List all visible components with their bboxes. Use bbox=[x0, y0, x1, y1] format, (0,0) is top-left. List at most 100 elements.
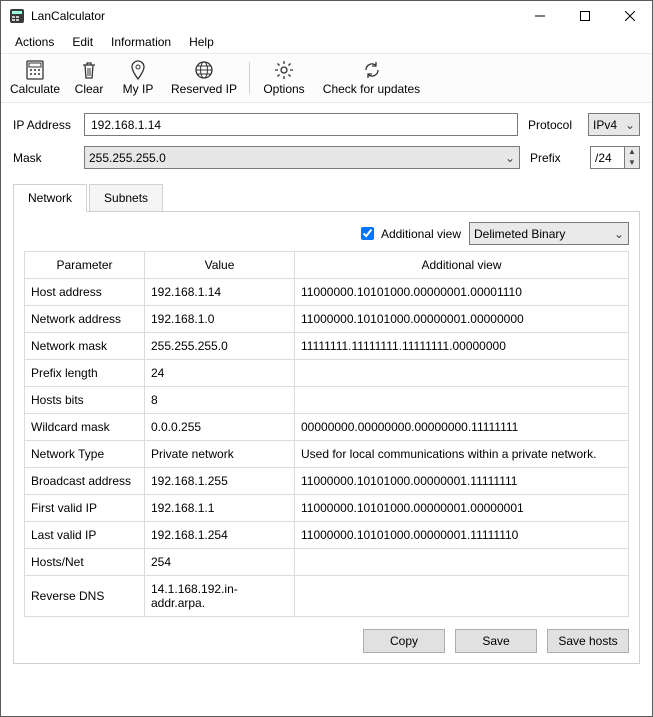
cell-addl bbox=[295, 360, 629, 387]
options-button[interactable]: Options bbox=[254, 56, 314, 100]
menu-help[interactable]: Help bbox=[181, 33, 222, 51]
cell-addl: 11111111.11111111.11111111.00000000 bbox=[295, 333, 629, 360]
results-table: Parameter Value Additional view Host add… bbox=[24, 251, 629, 617]
mask-label: Mask bbox=[13, 151, 78, 165]
tab-strip: Network Subnets bbox=[13, 184, 640, 212]
table-row[interactable]: Broadcast address192.168.1.25511000000.1… bbox=[25, 468, 629, 495]
spinner-down-icon[interactable]: ▼ bbox=[625, 158, 639, 169]
cell-value: 255.255.255.0 bbox=[145, 333, 295, 360]
cell-value: Private network bbox=[145, 441, 295, 468]
cell-param: Wildcard mask bbox=[25, 414, 145, 441]
table-row[interactable]: Reverse DNS14.1.168.192.in-addr.arpa. bbox=[25, 576, 629, 617]
close-button[interactable] bbox=[607, 2, 652, 31]
additional-view-value: Delimeted Binary bbox=[474, 227, 565, 241]
cell-addl: Used for local communications within a p… bbox=[295, 441, 629, 468]
updates-label: Check for updates bbox=[323, 82, 420, 96]
options-label: Options bbox=[263, 82, 304, 96]
additional-view-select[interactable]: Delimeted Binary ⌄ bbox=[469, 222, 629, 245]
save-button[interactable]: Save bbox=[455, 629, 537, 653]
table-row[interactable]: Network address192.168.1.011000000.10101… bbox=[25, 306, 629, 333]
menu-edit[interactable]: Edit bbox=[64, 33, 101, 51]
mask-select[interactable]: 255.255.255.0 ⌄ bbox=[84, 146, 520, 169]
maximize-button[interactable] bbox=[562, 2, 607, 31]
savehosts-button[interactable]: Save hosts bbox=[547, 629, 629, 653]
myip-label: My IP bbox=[123, 82, 154, 96]
window-title: LanCalculator bbox=[31, 9, 105, 23]
toolbar: Calculate Clear My IP Reserved IP Option… bbox=[1, 53, 652, 103]
cell-value: 192.168.1.1 bbox=[145, 495, 295, 522]
tab-network[interactable]: Network bbox=[13, 184, 87, 212]
cell-addl bbox=[295, 387, 629, 414]
cell-addl: 11000000.10101000.00000001.00000001 bbox=[295, 495, 629, 522]
table-row[interactable]: Prefix length24 bbox=[25, 360, 629, 387]
updates-button[interactable]: Check for updates bbox=[314, 56, 429, 100]
menu-information[interactable]: Information bbox=[103, 33, 179, 51]
clear-label: Clear bbox=[75, 82, 104, 96]
cell-addl: 11000000.10101000.00000001.00001110 bbox=[295, 279, 629, 306]
cell-addl: 11000000.10101000.00000001.00000000 bbox=[295, 306, 629, 333]
myip-button[interactable]: My IP bbox=[113, 56, 163, 100]
reservedip-label: Reserved IP bbox=[171, 82, 237, 96]
cell-value: 24 bbox=[145, 360, 295, 387]
cell-param: Network address bbox=[25, 306, 145, 333]
additional-view-label: Additional view bbox=[381, 227, 461, 241]
table-row[interactable]: First valid IP192.168.1.111000000.101010… bbox=[25, 495, 629, 522]
menubar: Actions Edit Information Help bbox=[1, 31, 652, 53]
copy-button[interactable]: Copy bbox=[363, 629, 445, 653]
table-row[interactable]: Host address192.168.1.1411000000.1010100… bbox=[25, 279, 629, 306]
protocol-select[interactable]: IPv4 ⌄ bbox=[588, 113, 640, 136]
refresh-icon bbox=[362, 60, 382, 80]
cell-param: Host address bbox=[25, 279, 145, 306]
trash-icon bbox=[79, 60, 99, 80]
table-row[interactable]: Hosts/Net254 bbox=[25, 549, 629, 576]
cell-addl bbox=[295, 576, 629, 617]
protocol-label: Protocol bbox=[528, 118, 582, 132]
additional-view-checkbox[interactable]: Additional view bbox=[357, 224, 461, 243]
prefix-stepper[interactable]: ▲ ▼ bbox=[590, 146, 640, 169]
chevron-down-icon: ⌄ bbox=[614, 227, 624, 241]
cell-param: Last valid IP bbox=[25, 522, 145, 549]
cell-addl: 11000000.10101000.00000001.11111111 bbox=[295, 468, 629, 495]
tab-subnets[interactable]: Subnets bbox=[89, 184, 163, 212]
cell-value: 254 bbox=[145, 549, 295, 576]
globe-icon bbox=[194, 60, 214, 80]
chevron-down-icon: ⌄ bbox=[505, 151, 515, 165]
cell-addl bbox=[295, 549, 629, 576]
column-additional: Additional view bbox=[295, 252, 629, 279]
app-icon bbox=[9, 8, 25, 24]
minimize-button[interactable] bbox=[517, 2, 562, 31]
calculate-label: Calculate bbox=[10, 82, 60, 96]
table-row[interactable]: Wildcard mask0.0.0.25500000000.00000000.… bbox=[25, 414, 629, 441]
additional-view-row: Additional view Delimeted Binary ⌄ bbox=[24, 222, 629, 245]
ip-input[interactable] bbox=[84, 113, 518, 136]
cell-param: Hosts/Net bbox=[25, 549, 145, 576]
ip-label: IP Address bbox=[13, 118, 78, 132]
protocol-value: IPv4 bbox=[593, 118, 617, 132]
column-value: Value bbox=[145, 252, 295, 279]
calculate-button[interactable]: Calculate bbox=[5, 56, 65, 100]
additional-view-checkbox-input[interactable] bbox=[361, 227, 374, 240]
prefix-label: Prefix bbox=[530, 151, 584, 165]
cell-param: Hosts bits bbox=[25, 387, 145, 414]
content-area: IP Address Protocol IPv4 ⌄ Mask 255.255.… bbox=[1, 103, 652, 716]
table-row[interactable]: Network mask255.255.255.011111111.111111… bbox=[25, 333, 629, 360]
cell-value: 8 bbox=[145, 387, 295, 414]
cell-value: 192.168.1.254 bbox=[145, 522, 295, 549]
clear-button[interactable]: Clear bbox=[65, 56, 113, 100]
chevron-down-icon: ⌄ bbox=[625, 118, 635, 132]
cell-param: Network Type bbox=[25, 441, 145, 468]
cell-value: 192.168.1.0 bbox=[145, 306, 295, 333]
menu-actions[interactable]: Actions bbox=[7, 33, 62, 51]
cell-addl: 00000000.00000000.00000000.11111111 bbox=[295, 414, 629, 441]
reservedip-button[interactable]: Reserved IP bbox=[163, 56, 245, 100]
column-parameter: Parameter bbox=[25, 252, 145, 279]
spinner-up-icon[interactable]: ▲ bbox=[625, 147, 639, 158]
prefix-input[interactable] bbox=[590, 146, 624, 169]
calculator-icon bbox=[25, 60, 45, 80]
table-row[interactable]: Hosts bits8 bbox=[25, 387, 629, 414]
table-row[interactable]: Last valid IP192.168.1.25411000000.10101… bbox=[25, 522, 629, 549]
toolbar-separator bbox=[249, 62, 250, 94]
spinner-buttons[interactable]: ▲ ▼ bbox=[624, 146, 640, 169]
mask-value: 255.255.255.0 bbox=[89, 151, 166, 165]
table-row[interactable]: Network TypePrivate networkUsed for loca… bbox=[25, 441, 629, 468]
